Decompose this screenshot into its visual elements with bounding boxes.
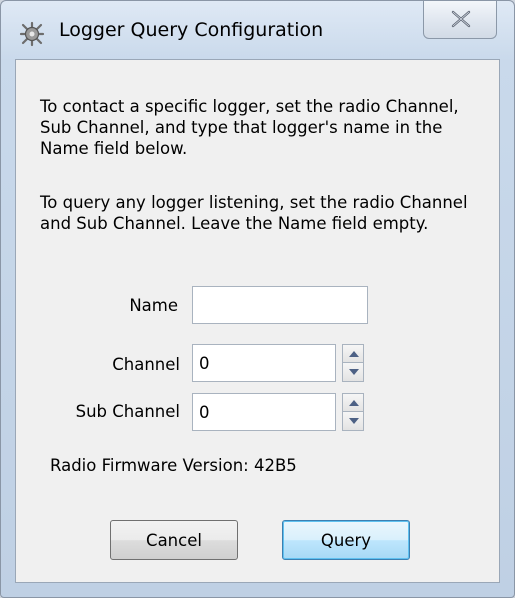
channel-label: Channel (112, 355, 180, 374)
query-button[interactable]: Query (282, 520, 410, 560)
channel-spinner (342, 344, 364, 382)
channel-increment-button[interactable] (342, 344, 364, 363)
sub-channel-spinner (342, 393, 364, 431)
cancel-button[interactable]: Cancel (110, 520, 238, 560)
instruction-specific-logger: To contact a specific logger, set the ra… (40, 97, 459, 158)
close-icon (451, 10, 471, 28)
arrow-up-icon (349, 400, 359, 406)
instruction-any-logger: To query any logger listening, set the r… (40, 193, 468, 233)
dialog-body: To contact a specific logger, set the ra… (15, 59, 500, 583)
name-field[interactable] (192, 286, 368, 324)
window-title: Logger Query Configuration (59, 19, 324, 41)
sub-channel-field[interactable] (192, 393, 336, 431)
sub-channel-increment-button[interactable] (342, 393, 364, 412)
arrow-down-icon (349, 418, 359, 424)
name-label: Name (129, 296, 178, 315)
dialog-window: Logger Query Configuration To contact a … (0, 0, 515, 598)
arrow-down-icon (349, 369, 359, 375)
close-button[interactable] (423, 1, 497, 39)
firmware-version-text: Radio Firmware Version: 42B5 (50, 456, 297, 475)
channel-field[interactable] (192, 344, 336, 382)
sub-channel-decrement-button[interactable] (342, 412, 364, 431)
logger-gear-icon (19, 21, 45, 47)
arrow-up-icon (349, 351, 359, 357)
title-bar[interactable]: Logger Query Configuration (1, 1, 514, 57)
channel-decrement-button[interactable] (342, 363, 364, 382)
sub-channel-label: Sub Channel (75, 402, 180, 421)
